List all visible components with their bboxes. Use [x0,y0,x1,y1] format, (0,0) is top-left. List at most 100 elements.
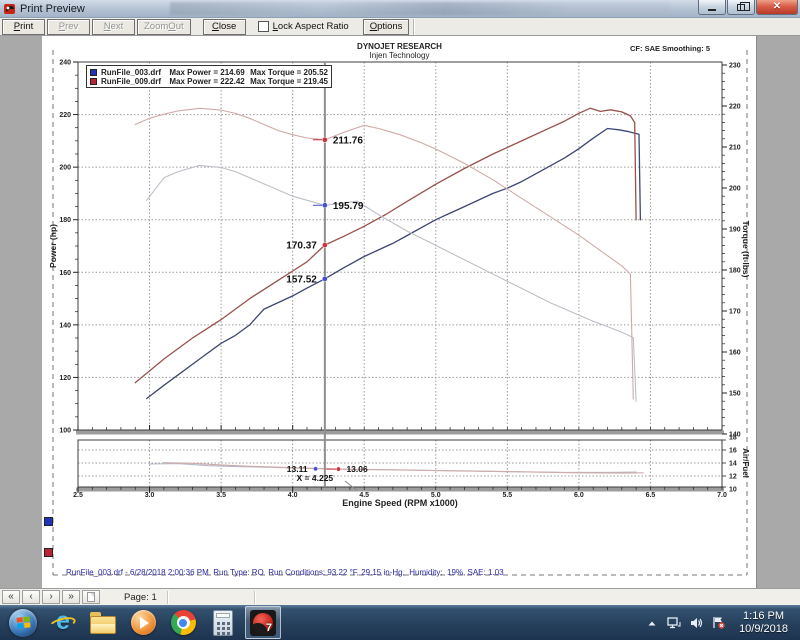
taskbar-item-media-player[interactable] [125,606,161,639]
svg-text:180: 180 [729,268,741,275]
svg-text:6.0: 6.0 [574,492,584,499]
svg-text:160: 160 [729,350,741,357]
svg-text:195.79: 195.79 [333,201,364,212]
next-page-button[interactable]: › [42,590,60,604]
svg-text:190: 190 [729,227,741,234]
toolbar-separator [413,19,414,35]
run1-color-swatch [90,69,97,76]
svg-text:150: 150 [729,391,741,398]
taskbar-item-windows-explorer[interactable] [85,606,121,639]
print-button[interactable]: Print [2,19,45,35]
zoom-out-button[interactable]: Zoom Out [137,19,191,35]
page-setup-button[interactable] [82,590,100,604]
report-page: 2.53.03.54.04.55.05.56.06.57.01001201401… [42,36,757,588]
close-window-button[interactable]: ✕ [756,0,798,15]
clock-date: 10/9/2018 [739,623,788,636]
taskbar-item-internet-explorer[interactable]: e [45,606,81,639]
restore-icon [737,4,745,11]
svg-text:240: 240 [59,60,71,67]
system-tray: 1:16 PM 10/9/2018 [645,610,800,636]
svg-text:140: 140 [59,322,71,329]
last-page-button[interactable]: » [62,590,80,604]
svg-text:12: 12 [729,474,737,481]
svg-text:170: 170 [729,309,741,316]
svg-text:3.0: 3.0 [145,492,155,499]
restore-button[interactable] [727,0,755,15]
svg-text:4.0: 4.0 [288,492,298,499]
svg-text:211.76: 211.76 [333,135,363,146]
svg-text:120: 120 [59,375,71,382]
background-window-bleed [170,2,670,15]
show-hidden-icons-button[interactable] [645,615,659,631]
minimize-icon [708,9,716,11]
windows-start-icon [9,609,37,637]
svg-text:100: 100 [59,428,71,435]
run1-swatch [44,517,53,526]
svg-text:157.52: 157.52 [286,274,317,285]
first-page-button[interactable]: « [2,590,20,604]
statusbar-divider [254,591,255,604]
status-bar: «‹›» Page: 1 [0,588,800,605]
svg-text:3.5: 3.5 [216,492,226,499]
lock-aspect-ratio-group: Lock Aspect Ratio [258,21,349,32]
svg-text:180: 180 [59,217,71,224]
svg-text:18: 18 [729,435,737,442]
run2-swatch [44,548,53,557]
svg-text:16: 16 [729,448,737,455]
volume-icon[interactable] [689,615,703,631]
svg-text:7.0: 7.0 [717,492,727,499]
preview-area: 2.53.03.54.04.55.05.56.06.57.01001201401… [0,36,800,588]
dynojet-app-icon [4,3,16,15]
close-icon: ✕ [773,2,781,12]
title-bar: Print Preview ✕ [0,0,800,18]
run2-color-swatch [90,78,97,85]
svg-text:220: 220 [729,104,741,111]
close-button[interactable]: Close [203,19,246,35]
svg-text:Air/Fuel: Air/Fuel [741,448,750,478]
prev-button[interactable]: Prev [47,19,90,35]
minimize-button[interactable] [698,0,726,15]
toolbar: PrintPrevNextZoom Out Close Lock Aspect R… [0,18,800,36]
dynojet-winpep-icon: 7 [250,610,276,636]
svg-text:X = 4.225: X = 4.225 [297,473,334,483]
svg-text:220: 220 [59,112,71,119]
correction-factor-label: CF: SAE Smoothing: 5 [630,44,710,53]
start-button[interactable] [5,606,41,639]
statusbar-cell [168,590,254,605]
svg-text:Engine Speed (RPM x1000): Engine Speed (RPM x1000) [342,498,458,508]
chrome-icon [171,610,196,635]
svg-text:13.06: 13.06 [346,464,368,474]
next-button[interactable]: Next [92,19,135,35]
svg-text:10: 10 [729,487,737,494]
lock-aspect-ratio-checkbox[interactable] [258,21,269,32]
page-icon [87,592,95,602]
chart-legend: RunFile_003.drf Max Power = 214.69 Max T… [86,65,332,88]
svg-text:170.37: 170.37 [286,241,317,252]
svg-text:200: 200 [729,186,741,193]
svg-text:14: 14 [729,461,737,468]
run1-max-power: Max Power = 214.69 [169,68,250,77]
taskbar-item-chrome[interactable] [165,606,201,639]
window-title: Print Preview [20,3,85,15]
taskbar-item-calculator[interactable] [205,606,241,639]
folder-icon [90,616,116,634]
page-indicator: Page: 1 [114,590,167,605]
run1-file-label: RunFile_003.drf [101,68,169,77]
run2-file-label: RunFile_009.drf [101,77,169,86]
clock-time: 1:16 PM [739,610,788,623]
taskbar: e 7 [0,605,800,640]
svg-text:200: 200 [59,165,71,172]
action-center-flag-icon[interactable] [711,615,725,631]
network-icon[interactable] [667,615,681,631]
clock[interactable]: 1:16 PM 10/9/2018 [733,610,794,636]
print-preview-window: Print Preview ✕ PrintPrevNextZoom Out Clo… [0,0,800,640]
legend-row: RunFile_009.drf Max Power = 222.42 Max T… [90,77,328,86]
run2-max-torque: Max Torque = 219.45 [250,77,328,86]
prev-page-button[interactable]: ‹ [22,590,40,604]
svg-text:160: 160 [59,270,71,277]
taskbar-item-dynojet-winpep[interactable]: 7 [245,606,281,639]
svg-text:6.5: 6.5 [646,492,656,499]
options-button[interactable]: Options [363,19,410,35]
svg-text:5.5: 5.5 [502,492,512,499]
svg-text:Torque (ft-lbs): Torque (ft-lbs) [741,221,751,278]
